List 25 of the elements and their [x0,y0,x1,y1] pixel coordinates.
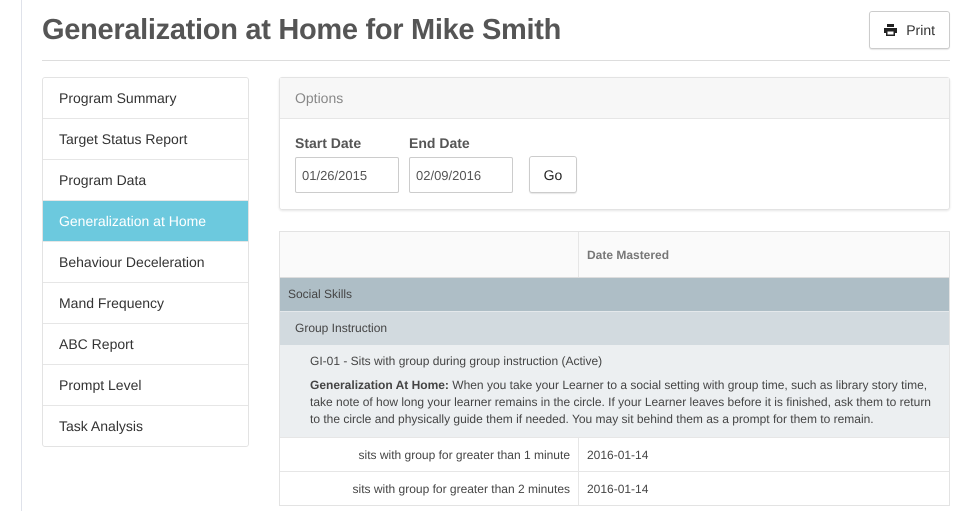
sidebar-item[interactable]: Task Analysis [43,405,248,446]
sidebar-item[interactable]: Mand Frequency [43,282,248,323]
table-cell: 2016-01-14 [587,482,648,496]
printer-icon [884,24,898,36]
sidebar-item[interactable]: ABC Report [43,323,248,364]
sidebar-item[interactable]: Behaviour Deceleration [43,241,248,282]
column-header: Date Mastered [587,248,670,262]
print-button[interactable]: Print [869,11,950,49]
date-field[interactable]: 01/26/2015 [295,157,399,193]
go-button[interactable]: Go [529,156,577,193]
row-text: Social Skills [288,287,352,301]
sidebar-item[interactable]: Prompt Level [43,364,248,405]
page-title: Generalization at Home for Mike Smith [42,14,562,46]
table-cell: 2016-01-14 [587,448,648,462]
table-cell: sits with group for greater than 1 minute [358,448,570,462]
sidebar-item[interactable]: Program Summary [43,78,248,118]
target-note: Generalization At Home: When you take your Learner to a social setting with group time, such as library story time, take note of how long your learner remains in the circle. If your Learner leaves before it is finished, ask them to return to the circle and physically guide them if needed. You may sit behind them as a prompt for them to remain. [310,377,932,428]
field-label: Start Date [295,135,362,151]
panel-heading: Options [295,90,344,106]
sidebar-item[interactable]: Target Status Report [43,118,248,159]
field-label: End Date [409,135,471,151]
target-title: GI-01 - Sits with group during group instruction (Active) [310,354,604,368]
row-text: Group Instruction [295,321,388,335]
table-cell: sits with group for greater than 2 minutes [352,482,570,496]
date-field[interactable]: 02/09/2016 [409,157,513,193]
